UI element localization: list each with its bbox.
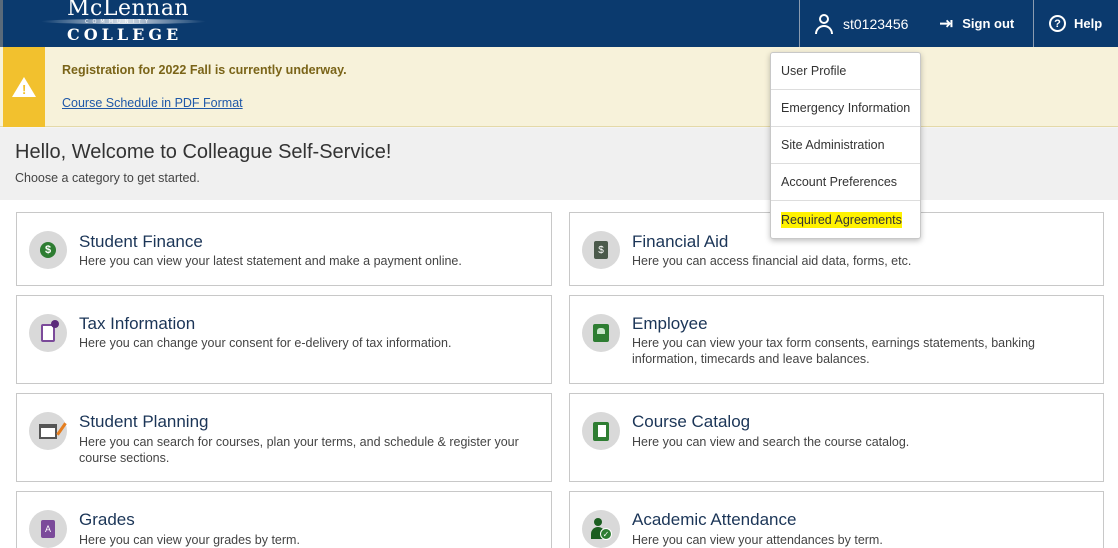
menu-item-emergency-information[interactable]: Emergency Information [771, 90, 920, 127]
warning-icon: ! [12, 77, 36, 97]
attendance-icon: ✓ [582, 510, 620, 548]
grades-icon: A [29, 510, 67, 548]
user-dropdown-menu: User Profile Emergency Information Site … [770, 52, 921, 239]
sign-out-button[interactable]: ⇥ Sign out [939, 0, 1033, 47]
user-icon [815, 13, 833, 34]
banner-message: Registration for 2022 Fall is currently … [62, 63, 347, 77]
tile-description: Here you can access financial aid data, … [632, 254, 912, 268]
calendar-plan-icon [29, 412, 67, 450]
tile-description: Here you can view your latest statement … [79, 254, 462, 268]
dollar-icon: $ [29, 231, 67, 269]
header-divider [1033, 0, 1034, 47]
sign-out-label: Sign out [962, 16, 1015, 31]
welcome-section: Hello, Welcome to Colleague Self-Service… [0, 128, 1118, 200]
tile-title: Student Planning [79, 412, 209, 431]
menu-item-user-profile[interactable]: User Profile [771, 53, 920, 90]
menu-item-account-preferences[interactable]: Account Preferences [771, 164, 920, 201]
menu-item-label: User Profile [781, 64, 847, 78]
catalog-book-icon [582, 412, 620, 450]
notification-banner: ! Registration for 2022 Fall is currentl… [0, 47, 1118, 127]
tile-description-line1: Here you can view your tax form consents… [632, 336, 1035, 350]
menu-item-site-administration[interactable]: Site Administration [771, 127, 920, 164]
tile-title: Academic Attendance [632, 510, 797, 529]
help-button[interactable]: ? Help [1049, 0, 1118, 47]
tile-description-line1: Here you can search for courses, plan yo… [79, 435, 519, 449]
menu-item-required-agreements[interactable]: Required Agreements [771, 201, 920, 238]
tile-title: Grades [79, 510, 135, 529]
tile-grades[interactable]: A Grades Here you can view your grades b… [16, 491, 552, 548]
tile-academic-attendance[interactable]: ✓ Academic Attendance Here you can view … [569, 491, 1104, 548]
menu-item-label: Required Agreements [781, 211, 902, 228]
tile-description: Here you can view and search the course … [632, 435, 910, 449]
top-header: McLennan COMMUNITY COLLEGE st0123456 ⇥ S… [0, 0, 1118, 47]
tile-description-line2: course sections. [79, 451, 170, 465]
menu-item-label: Site Administration [781, 138, 885, 152]
sign-out-icon: ⇥ [939, 13, 954, 33]
tile-title: Student Finance [79, 232, 203, 251]
user-menu-button[interactable]: st0123456 [801, 0, 929, 47]
logo-name: McLennan [67, 0, 190, 21]
menu-item-label: Emergency Information [781, 101, 911, 115]
tile-tax-information[interactable]: Tax Information Here you can change your… [16, 295, 552, 384]
username-label: st0123456 [843, 15, 909, 32]
financial-aid-icon: $ [582, 231, 620, 269]
tile-title: Course Catalog [632, 412, 751, 431]
page-title: Hello, Welcome to Colleague Self-Service… [15, 141, 392, 163]
course-schedule-link[interactable]: Course Schedule in PDF Format [62, 96, 243, 110]
tile-description: Here you can view your attendances by te… [632, 533, 883, 547]
tile-course-catalog[interactable]: Course Catalog Here you can view and sea… [569, 393, 1104, 482]
tile-title: Employee [632, 314, 708, 333]
header-divider [799, 0, 800, 47]
banner-icon-box: ! [3, 47, 45, 127]
tile-description-line2: information, timecards and leave balance… [632, 352, 870, 366]
tile-description: Here you can view your grades by term. [79, 533, 300, 547]
tile-employee[interactable]: Employee Here you can view your tax form… [569, 295, 1104, 384]
tile-title: Financial Aid [632, 232, 729, 251]
tile-description: Here you can change your consent for e-d… [79, 336, 452, 350]
employee-badge-icon [582, 314, 620, 352]
menu-item-label: Account Preferences [781, 175, 898, 189]
help-icon: ? [1049, 15, 1066, 32]
tile-student-finance[interactable]: $ Student Finance Here you can view your… [16, 212, 552, 286]
page-subtitle: Choose a category to get started. [15, 171, 200, 185]
tile-student-planning[interactable]: Student Planning Here you can search for… [16, 393, 552, 482]
help-label: Help [1074, 16, 1103, 31]
college-logo[interactable]: McLennan COMMUNITY COLLEGE [41, 0, 206, 44]
tile-title: Tax Information [79, 314, 196, 333]
tax-document-icon [29, 314, 67, 352]
logo-college: COLLEGE [67, 25, 183, 44]
